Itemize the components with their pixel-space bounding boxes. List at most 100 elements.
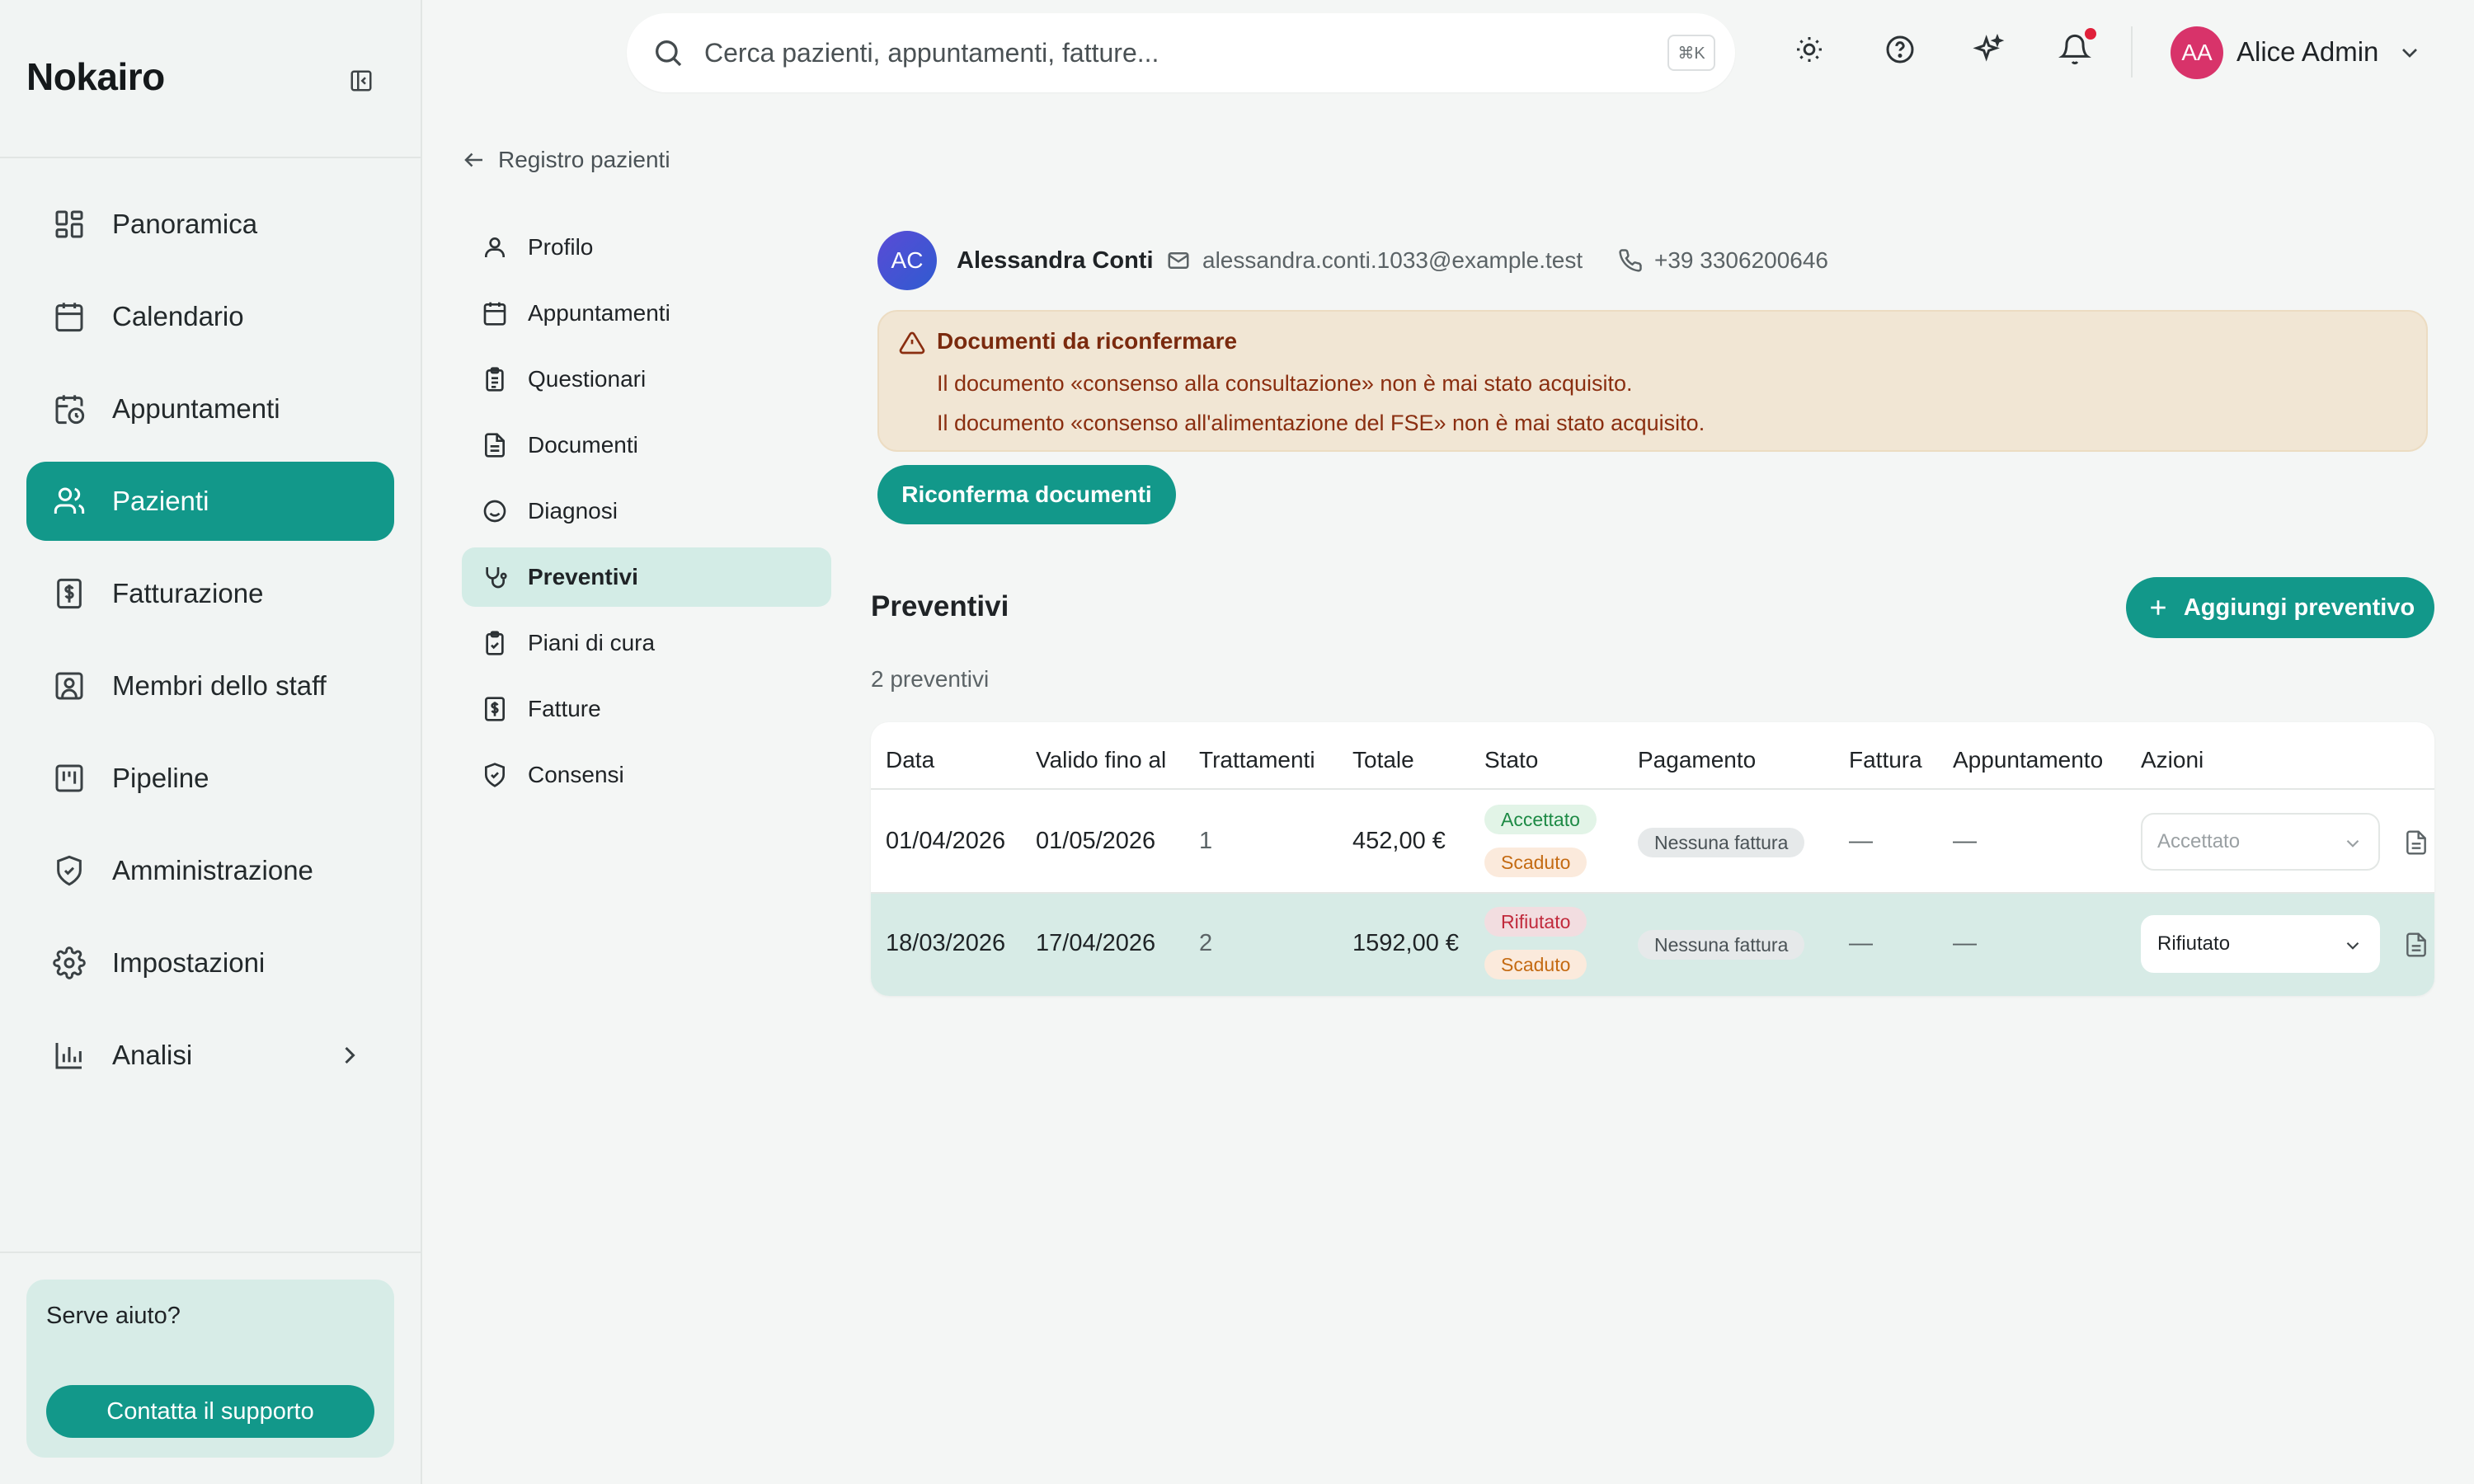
collapse-sidebar-icon[interactable] — [345, 64, 378, 97]
tab-questionari[interactable]: Questionari — [462, 350, 831, 409]
brand-row: Nokairo — [0, 0, 421, 158]
back-label: Registro pazienti — [498, 147, 670, 172]
kanban-icon — [53, 762, 86, 795]
tab-label: Diagnosi — [528, 498, 618, 524]
column-header[interactable]: Fattura — [1849, 747, 1922, 773]
tab-documenti[interactable]: Documenti — [462, 416, 831, 475]
quotes-table: Data Valido fino al Trattamenti Totale S… — [871, 722, 2434, 996]
sidebar-item-panoramica[interactable]: Panoramica — [26, 185, 394, 264]
alert-message: Il documento «consenso alla consultazion… — [937, 371, 1633, 396]
user-icon — [482, 234, 508, 261]
tab-label: Documenti — [528, 432, 638, 458]
sidebar-item-amministrazione[interactable]: Amministrazione — [26, 831, 394, 910]
column-header[interactable]: Totale — [1352, 747, 1414, 773]
sidebar-item-pazienti[interactable]: Pazienti — [26, 462, 394, 541]
document-icon[interactable] — [2403, 829, 2429, 856]
tab-profilo[interactable]: Profilo — [462, 218, 831, 277]
id-badge-icon — [53, 669, 86, 702]
arrow-left-icon — [464, 153, 482, 167]
cell-total: 1592,00 € — [1352, 930, 1460, 956]
theme-toggle-icon[interactable] — [1793, 33, 1826, 66]
sidebar: Nokairo Panoramica Calendario Appuntamen… — [0, 0, 422, 1484]
help-icon[interactable] — [1884, 33, 1917, 66]
file-text-icon — [482, 432, 508, 458]
document-icon[interactable] — [2403, 932, 2429, 958]
status-badge: Scaduto — [1484, 950, 1587, 979]
back-link[interactable]: Registro pazienti — [462, 147, 670, 173]
dashboard-icon — [53, 208, 86, 241]
quotes-count: 2 preventivi — [871, 666, 990, 692]
status-badge: Rifiutato — [1484, 907, 1587, 937]
status-badge: Scaduto — [1484, 848, 1587, 877]
status-badge: Accettato — [1484, 805, 1597, 834]
reconfirm-documents-button[interactable]: Riconferma documenti — [877, 465, 1176, 524]
cell-treatments: 1 — [1199, 828, 1213, 854]
tab-label: Piani di cura — [528, 630, 656, 655]
calendar-icon — [53, 300, 86, 333]
tab-label: Appuntamenti — [528, 300, 670, 326]
cell-valid-until: 01/05/2026 — [1036, 828, 1156, 854]
tab-diagnosi[interactable]: Diagnosi — [462, 481, 831, 541]
sidebar-item-label: Panoramica — [112, 209, 258, 239]
clipboard-check-icon — [482, 630, 508, 656]
cell-data: 01/04/2026 — [886, 828, 1006, 854]
column-header[interactable]: Appuntamento — [1953, 747, 2103, 773]
calendar-icon — [482, 300, 508, 326]
divider — [871, 788, 2434, 790]
column-header[interactable]: Trattamenti — [1199, 747, 1315, 773]
brand-logo: Nokairo — [26, 55, 165, 98]
clipboard-list-icon — [482, 366, 508, 392]
column-header[interactable]: Stato — [1484, 747, 1538, 773]
patient-email[interactable]: alessandra.conti.1033@example.test — [1166, 247, 1583, 274]
documents-alert: Documenti da riconfermare Il documento «… — [877, 310, 2428, 452]
phone-icon — [1619, 249, 1642, 272]
cell-valid-until: 17/04/2026 — [1036, 930, 1156, 956]
tab-appuntamenti[interactable]: Appuntamenti — [462, 284, 831, 343]
tab-fatture[interactable]: Fatture — [462, 679, 831, 739]
sidebar-item-fatturazione[interactable]: Fatturazione — [26, 554, 394, 633]
cell-appointment: — — [1953, 930, 1977, 956]
tab-piani-di-cura[interactable]: Piani di cura — [462, 613, 831, 673]
chevron-down-icon[interactable] — [2396, 40, 2423, 66]
sidebar-item-calendario[interactable]: Calendario — [26, 277, 394, 356]
column-header[interactable]: Azioni — [2141, 747, 2204, 773]
sidebar-item-analisi[interactable]: Analisi — [26, 1016, 394, 1095]
sidebar-item-label: Calendario — [112, 301, 244, 331]
search-input[interactable] — [704, 30, 1570, 76]
tab-consensi[interactable]: Consensi — [462, 745, 831, 805]
cell-invoice: — — [1849, 828, 1873, 854]
column-header[interactable]: Pagamento — [1638, 747, 1756, 773]
mail-icon — [1168, 252, 1189, 269]
column-header[interactable]: Valido fino al — [1036, 747, 1166, 773]
user-name[interactable]: Alice Admin — [2236, 36, 2378, 68]
table-row[interactable]: 01/04/2026 01/05/2026 1 452,00 € Accetta… — [871, 791, 2434, 894]
patient-phone[interactable]: +39 3306200646 — [1618, 247, 1828, 274]
sparkles-icon[interactable] — [1973, 33, 2006, 66]
sidebar-item-membri-staff[interactable]: Membri dello staff — [26, 646, 394, 726]
avatar[interactable]: AA — [2171, 26, 2223, 79]
table-row[interactable]: 18/03/2026 17/04/2026 2 1592,00 € Rifiut… — [871, 894, 2434, 996]
sidebar-item-appuntamenti[interactable]: Appuntamenti — [26, 369, 394, 448]
search-bar[interactable]: ⌘K — [627, 13, 1735, 92]
tab-preventivi[interactable]: Preventivi — [462, 547, 831, 607]
contact-support-button[interactable]: Contatta il supporto — [46, 1385, 374, 1438]
help-card: Serve aiuto? Contatta il supporto — [26, 1280, 394, 1458]
users-icon — [53, 485, 86, 518]
status-select[interactable]: Accettato — [2141, 813, 2380, 871]
cell-appointment: — — [1953, 828, 1977, 854]
status-select[interactable]: Rifiutato — [2141, 915, 2380, 973]
sidebar-item-pipeline[interactable]: Pipeline — [26, 739, 394, 818]
shield-icon — [53, 854, 86, 887]
smile-icon — [482, 498, 508, 524]
chevron-down-icon — [2342, 935, 2363, 956]
patient-email-text: alessandra.conti.1033@example.test — [1202, 247, 1583, 273]
status-select-value: Rifiutato — [2157, 932, 2231, 955]
sidebar-item-label: Amministrazione — [112, 855, 313, 885]
sidebar-item-impostazioni[interactable]: Impostazioni — [26, 923, 394, 1003]
sidebar-item-label: Pazienti — [112, 486, 209, 516]
plus-icon — [2151, 600, 2166, 615]
sidebar-item-label: Membri dello staff — [112, 670, 327, 701]
add-quote-button[interactable]: Aggiungi preventivo — [2126, 577, 2434, 638]
invoice-icon — [53, 577, 86, 610]
column-header[interactable]: Data — [886, 747, 934, 773]
